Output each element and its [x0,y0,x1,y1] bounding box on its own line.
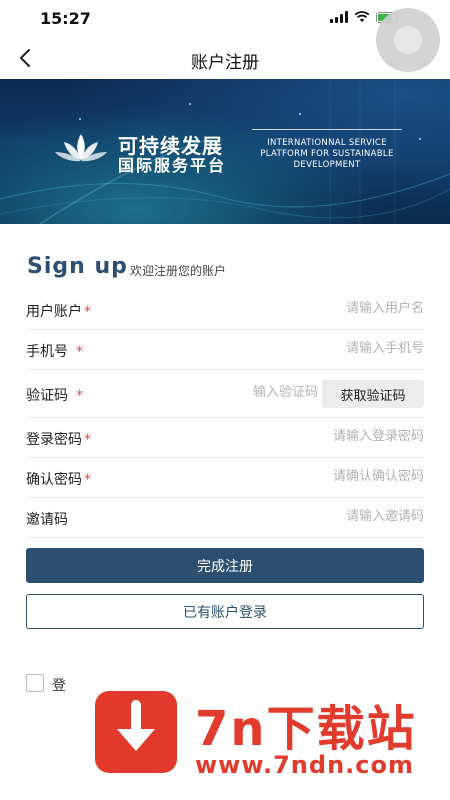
form-row-confirm-password: 确认密码 * [26,458,424,498]
watermark-title: 7n下载站 [195,701,417,757]
form-row-password: 登录密码 * [26,418,424,458]
confirm-password-label: 确认密码 * [26,472,91,488]
banner-en-line2: PLATFORM FOR SUSTAINABLE [260,149,394,159]
signal-icon [330,11,348,23]
agreement-checkbox[interactable] [26,674,44,692]
download-arrow-icon [95,691,177,773]
password-label: 登录密码 * [26,432,91,448]
phone-input[interactable] [244,341,424,356]
get-code-button[interactable]: 获取验证码 [322,380,424,408]
verification-code-input[interactable] [198,385,318,400]
signup-subtitle: 欢迎注册您的账户 [130,264,227,278]
lotus-logo-icon [55,134,107,162]
watermark-url: www.7ndn.com [195,751,414,779]
banner-title-en: INTERNATIONNAL SERVICE PLATFORM FOR SUST… [252,138,402,171]
username-input[interactable] [244,301,424,316]
form-row-username: 用户账户 * [26,290,424,330]
username-label: 用户账户 * [26,304,91,320]
existing-account-login-button[interactable]: 已有账户登录 [26,594,424,629]
invite-code-label: 邀请码 [26,512,68,528]
banner-en-line3: DEVELOPMENT [293,160,361,170]
signup-heading: Sign up [27,254,128,279]
form-row-verification: 验证码* 获取验证码 [26,370,424,418]
verification-label: 验证码 * [26,388,83,404]
wifi-icon [354,11,370,22]
page-title: 账户注册 [191,53,259,73]
watermark-overlay: 7n下载站 www.7ndn.com [65,655,450,800]
complete-registration-button[interactable]: 完成注册 [26,548,424,583]
password-input[interactable] [244,429,424,444]
agreement-text: 登 [52,678,66,694]
confirm-password-input[interactable] [244,469,424,484]
phone-label: 手机号 * [26,344,83,360]
form-row-phone: 手机号 * [26,330,424,370]
banner-divider [252,129,402,130]
invite-code-input[interactable] [244,509,424,524]
banner-title-cn-line2: 国际服务平台 [118,156,227,175]
banner-en-line1: INTERNATIONNAL SERVICE [267,138,387,148]
form-row-invite-code: 邀请码 [26,498,424,538]
status-time: 15:27 [40,9,91,28]
nav-bar: 账户注册 [0,40,450,78]
